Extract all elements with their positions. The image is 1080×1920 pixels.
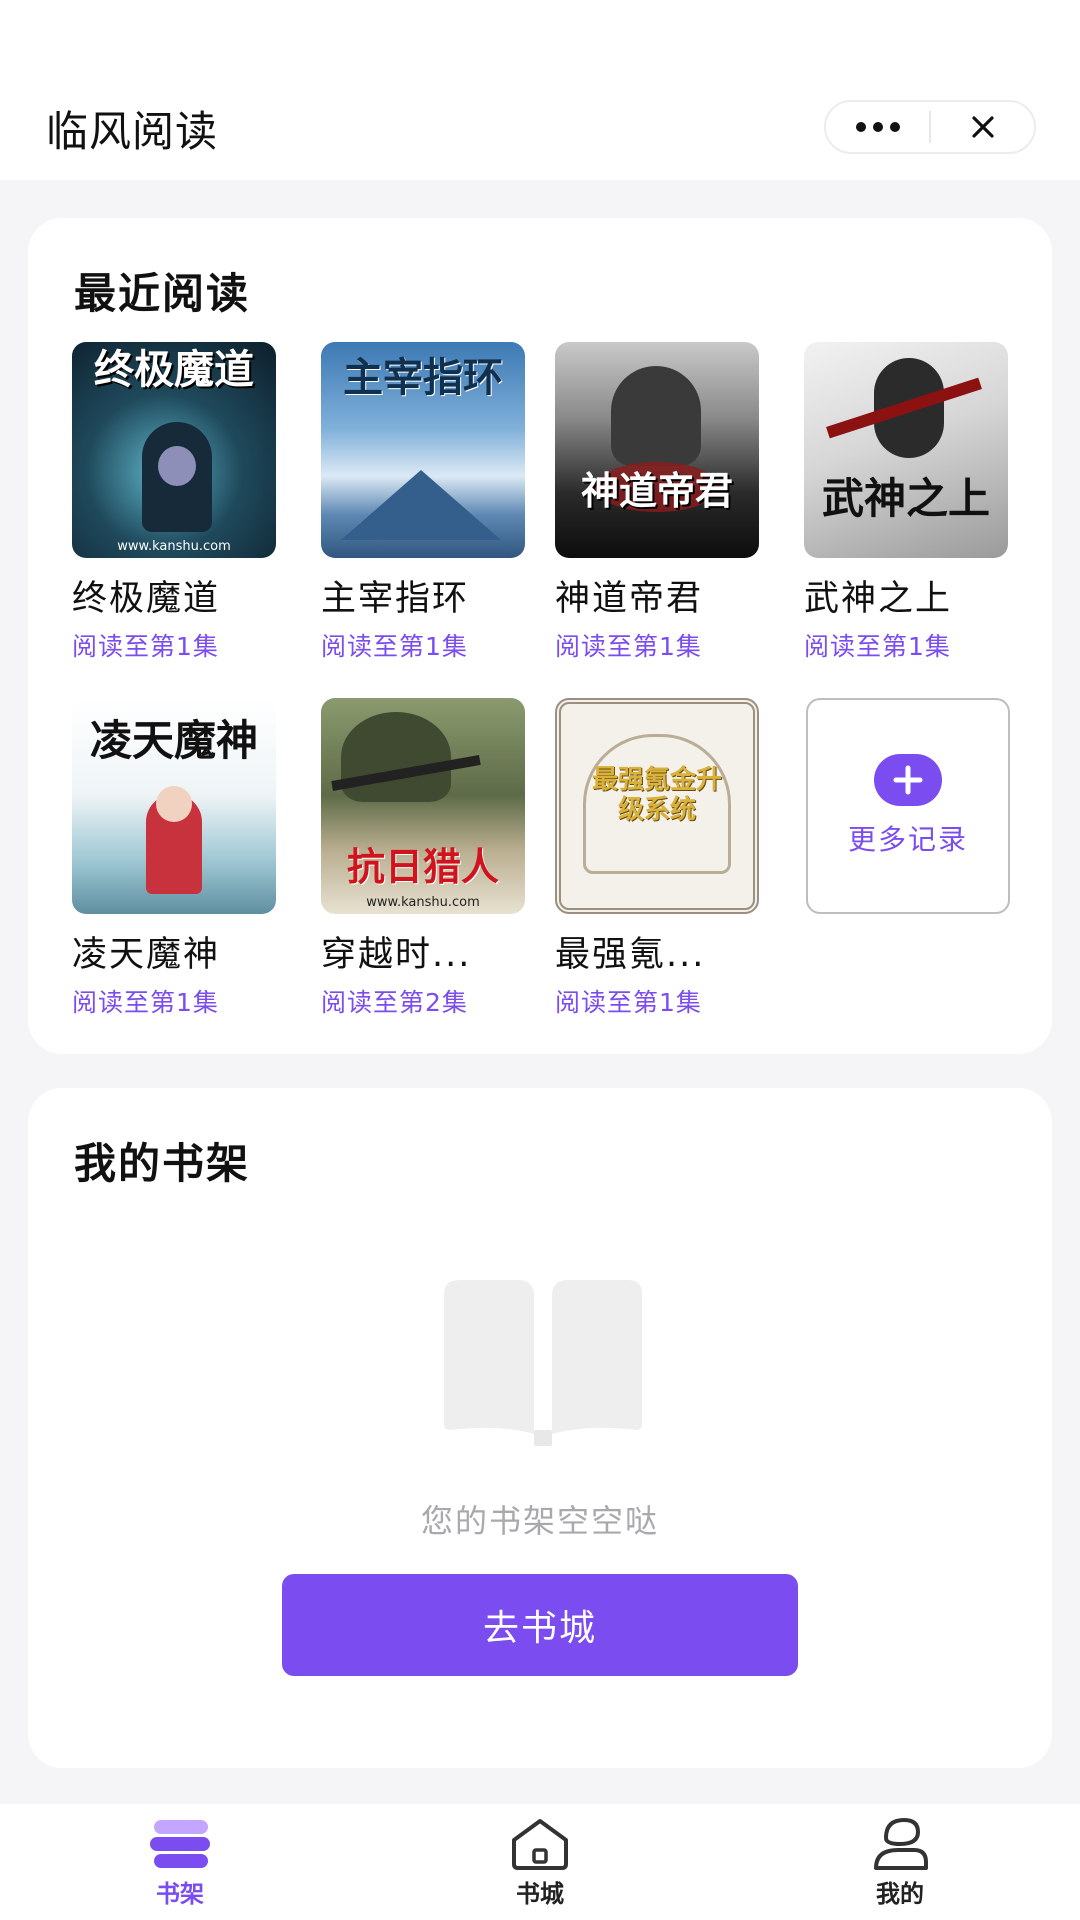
tab-mine[interactable]: 我的 [820, 1818, 980, 1909]
bookshelf-icon [150, 1820, 210, 1868]
book-cover: 凌天魔神 [72, 698, 276, 914]
more-records-label: 更多记录 [847, 823, 968, 856]
tab-bookshelf[interactable]: 书架 [100, 1818, 260, 1909]
empty-book-icon [444, 1280, 642, 1446]
book-item[interactable]: 神道帝君 神道帝君 阅读至第1集 [555, 342, 761, 663]
bookshelf-card: 我的书架 您的书架空空哒 去书城 [28, 1088, 1052, 1768]
more-button[interactable] [826, 102, 929, 152]
book-title: 穿越时... [321, 935, 472, 975]
book-item[interactable]: 凌天魔神 凌天魔神 阅读至第1集 [72, 698, 278, 1019]
book-progress: 阅读至第1集 [555, 632, 702, 661]
book-cover: 神道帝君 [555, 342, 759, 558]
book-title: 武神之上 [804, 579, 953, 619]
cover-title: 最强氪金升级系统 [591, 765, 722, 825]
book-title: 神道帝君 [555, 579, 704, 619]
plus-icon [874, 754, 942, 806]
bottom-tab-bar: 书架 书城 我的 [0, 1804, 1080, 1920]
cover-title: 抗日猎人 [346, 844, 499, 889]
cover-site: www.kanshu.com [117, 539, 231, 554]
book-cover: 主宰指环 [321, 342, 525, 558]
cover-title: 主宰指环 [343, 354, 503, 401]
app-header: 临风阅读 [0, 0, 1080, 180]
book-cover: 最强氪金升级系统 [555, 698, 759, 914]
more-dots-icon [855, 122, 900, 132]
app-title: 临风阅读 [46, 107, 219, 156]
book-progress: 阅读至第1集 [804, 632, 951, 661]
more-records-button[interactable]: 更多记录 [806, 698, 1010, 914]
book-item[interactable]: 主宰指环 主宰指环 阅读至第1集 [321, 342, 527, 663]
close-icon [971, 116, 994, 138]
book-progress: 阅读至第2集 [321, 988, 468, 1017]
book-item[interactable]: 最强氪金升级系统 最强氪... 阅读至第1集 [555, 698, 761, 1019]
recent-reading-title: 最近阅读 [74, 269, 251, 318]
book-item[interactable]: 抗日猎人 www.kanshu.com 穿越时... 阅读至第2集 [321, 698, 527, 1019]
empty-shelf-text: 您的书架空空哒 [420, 1502, 659, 1540]
close-button[interactable] [931, 102, 1034, 152]
book-progress: 阅读至第1集 [555, 988, 702, 1017]
cover-title: 凌天魔神 [89, 716, 258, 765]
recent-reading-card: 最近阅读 终极魔道 www.kanshu.com 终极魔道 阅读至第1集 主宰指… [28, 218, 1052, 1054]
book-cover: 抗日猎人 www.kanshu.com [321, 698, 525, 914]
tab-label: 我的 [876, 1880, 924, 1908]
bookshelf-title: 我的书架 [74, 1139, 251, 1188]
book-title: 最强氪... [555, 935, 706, 975]
book-item[interactable]: 武神之上 武神之上 阅读至第1集 [804, 342, 1010, 663]
book-item[interactable]: 终极魔道 www.kanshu.com 终极魔道 阅读至第1集 [72, 342, 278, 663]
cover-title: 武神之上 [821, 474, 990, 523]
cover-title: 终极魔道 [94, 346, 254, 393]
cover-site: www.kanshu.com [366, 895, 480, 910]
book-title: 主宰指环 [321, 579, 470, 619]
book-progress: 阅读至第1集 [72, 632, 219, 661]
book-title: 终极魔道 [72, 579, 221, 619]
mini-program-capsule [824, 100, 1036, 154]
book-progress: 阅读至第1集 [321, 632, 468, 661]
home-icon [512, 1819, 568, 1870]
book-progress: 阅读至第1集 [72, 988, 219, 1017]
cover-title: 神道帝君 [580, 468, 733, 513]
tab-label: 书城 [516, 1880, 564, 1908]
page: 临风阅读 最近阅读 终极魔道 www.kanshu.com 终极魔道 阅读至第1… [0, 0, 1080, 1920]
tab-bookstore[interactable]: 书城 [460, 1818, 620, 1909]
tab-label: 书架 [156, 1880, 204, 1908]
book-title: 凌天魔神 [72, 935, 221, 975]
book-cover: 武神之上 [804, 342, 1008, 558]
go-to-bookstore-button[interactable]: 去书城 [282, 1574, 798, 1676]
book-cover: 终极魔道 www.kanshu.com [72, 342, 276, 558]
user-icon [874, 1818, 928, 1870]
